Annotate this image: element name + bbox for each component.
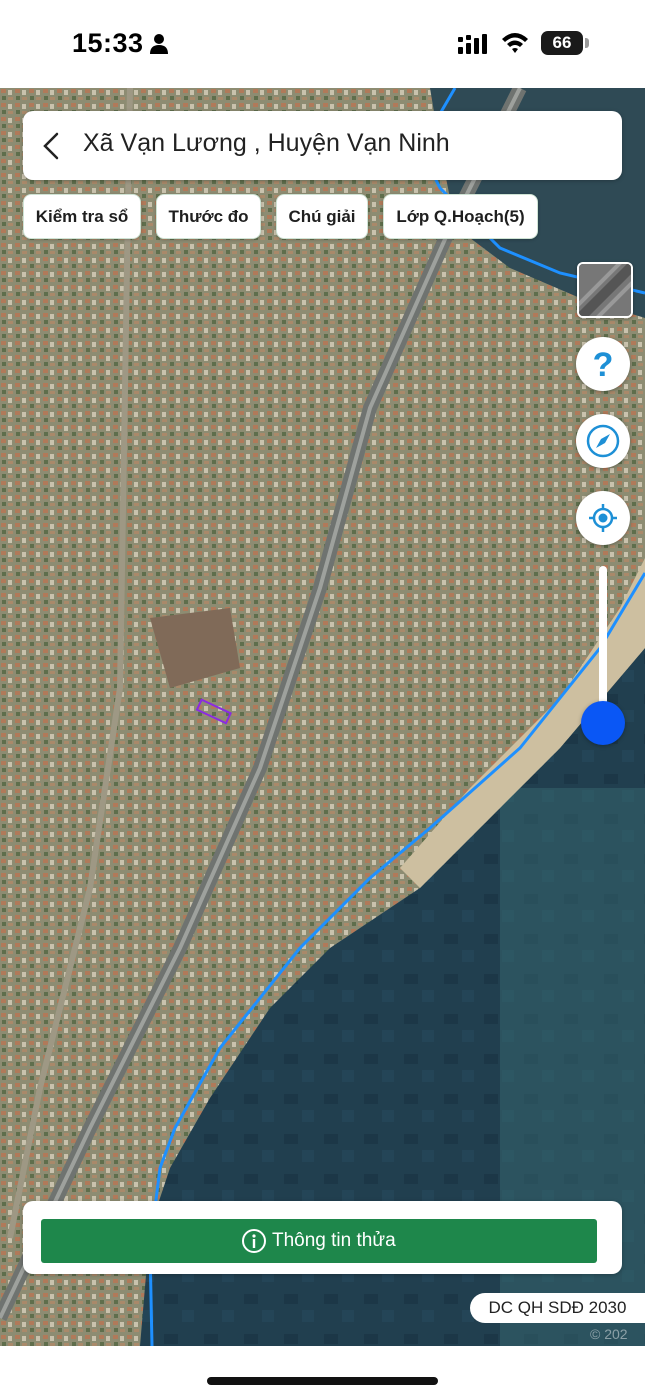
battery-tip	[585, 38, 589, 48]
locate-button[interactable]	[576, 491, 630, 545]
parcel-info-button[interactable]: Thông tin thửa	[41, 1219, 597, 1263]
chip-legend[interactable]: Chú giải	[276, 194, 368, 239]
status-time: 15:33	[72, 28, 144, 58]
chevron-left-icon[interactable]	[40, 131, 62, 161]
battery-level: 66	[552, 33, 572, 52]
status-bar: 15:33 66	[0, 0, 645, 88]
crosshair-location-icon	[589, 504, 617, 532]
planning-badge[interactable]: DC QH SDĐ 2030	[470, 1293, 645, 1323]
chip-planning-layers[interactable]: Lớp Q.Hoạch(5)	[383, 194, 538, 239]
question-mark-icon: ?	[593, 346, 614, 384]
satellite-layer-thumbnail	[579, 264, 631, 316]
map-imagery[interactable]	[0, 88, 645, 1346]
home-bar	[0, 1346, 645, 1398]
wifi-icon	[502, 33, 528, 53]
compass-icon	[586, 424, 620, 458]
map-watermark: © 202	[590, 1326, 628, 1342]
chip-ruler[interactable]: Thước đo	[156, 194, 261, 239]
compass-button[interactable]	[576, 414, 630, 468]
cellular-signal-icon	[458, 34, 487, 54]
satellite-map[interactable]: © 202	[0, 88, 645, 1346]
parcel-info-label: Thông tin thửa	[272, 1230, 396, 1251]
info-circle-icon	[242, 1229, 266, 1253]
zoom-slider-handle[interactable]	[581, 701, 625, 745]
help-button[interactable]: ?	[576, 337, 630, 391]
chip-check-book[interactable]: Kiểm tra sổ	[23, 194, 141, 239]
battery-icon: 66	[541, 31, 583, 55]
layer-switch-button[interactable]	[577, 262, 633, 318]
page-title: Xã Vạn Lương , Huyện Vạn Ninh	[83, 129, 450, 157]
svg-text:?: ?	[593, 346, 614, 384]
person-icon	[150, 34, 168, 54]
home-indicator[interactable]	[207, 1377, 438, 1385]
